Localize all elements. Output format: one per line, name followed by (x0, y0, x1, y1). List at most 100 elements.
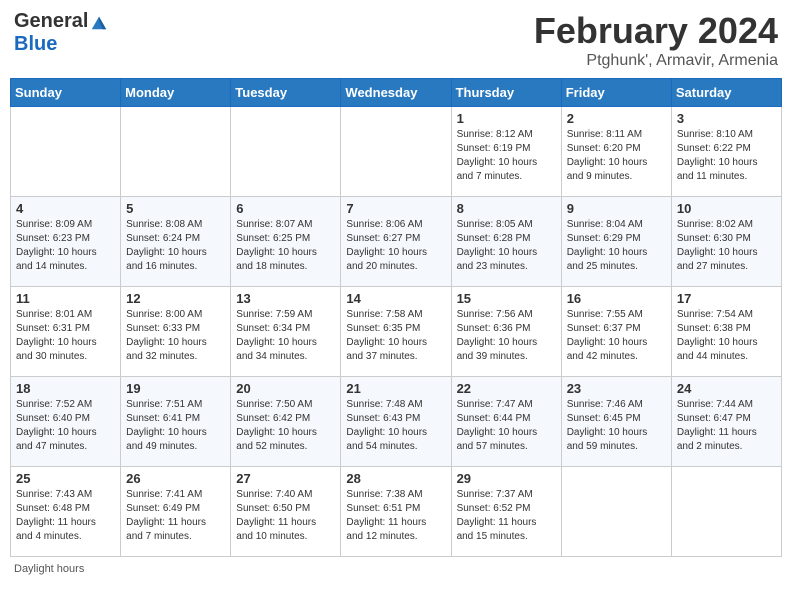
calendar-day-cell: 20 Sunrise: 7:50 AM Sunset: 6:42 PM Dayli… (231, 377, 341, 467)
calendar-day-cell: 18Sunrise: 7:52 AM Sunset: 6:40 PM Dayli… (11, 377, 121, 467)
day-info: Sunrise: 7:38 AM Sunset: 6:51 PM Dayligh… (346, 488, 445, 544)
calendar-day-cell: 19 Sunrise: 7:51 AM Sunset: 6:41 PM Dayli… (121, 377, 231, 467)
day-number: 3 (677, 111, 776, 126)
calendar-week-row: 11 Sunrise: 8:01 AM Sunset: 6:31 PM Dayli… (11, 287, 782, 377)
logo: General Blue (14, 10, 108, 56)
logo-general-text: General (14, 10, 88, 33)
calendar-day-cell: 23Sunrise: 7:46 AM Sunset: 6:45 PM Dayli… (561, 377, 671, 467)
day-number: 13 (236, 291, 335, 306)
day-number: 22 (457, 381, 556, 396)
calendar-day-cell: 27 Sunrise: 7:40 AM Sunset: 6:50 PM Dayli… (231, 467, 341, 557)
calendar-day-header: Monday (121, 79, 231, 107)
calendar-day-header: Tuesday (231, 79, 341, 107)
day-number: 7 (346, 201, 445, 216)
calendar-day-cell: 9 Sunrise: 8:04 AM Sunset: 6:29 PM Daylig… (561, 197, 671, 287)
calendar-day-cell: 3 Sunrise: 8:10 AM Sunset: 6:22 PM Daylig… (671, 107, 781, 197)
day-number: 29 (457, 471, 556, 486)
calendar-day-cell: 6 Sunrise: 8:07 AM Sunset: 6:25 PM Daylig… (231, 197, 341, 287)
day-number: 21 (346, 381, 445, 396)
page-header: General Blue February 2024 Ptghunk', Arm… (10, 10, 782, 70)
day-number: 19 (126, 381, 225, 396)
day-info: Sunrise: 8:09 AM Sunset: 6:23 PM Dayligh… (16, 218, 115, 274)
calendar-day-cell (11, 107, 121, 197)
calendar-week-row: 4 Sunrise: 8:09 AM Sunset: 6:23 PM Daylig… (11, 197, 782, 287)
day-number: 12 (126, 291, 225, 306)
calendar-day-cell: 15Sunrise: 7:56 AM Sunset: 6:36 PM Dayli… (451, 287, 561, 377)
logo-blue-text: Blue (14, 33, 57, 56)
calendar-day-cell: 24 Sunrise: 7:44 AM Sunset: 6:47 PM Dayli… (671, 377, 781, 467)
day-number: 28 (346, 471, 445, 486)
calendar-day-cell: 28 Sunrise: 7:38 AM Sunset: 6:51 PM Dayli… (341, 467, 451, 557)
day-number: 25 (16, 471, 115, 486)
calendar-day-header: Wednesday (341, 79, 451, 107)
day-number: 8 (457, 201, 556, 216)
calendar-day-cell: 17 Sunrise: 7:54 AM Sunset: 6:38 PM Dayli… (671, 287, 781, 377)
day-info: Sunrise: 8:01 AM Sunset: 6:31 PM Dayligh… (16, 308, 115, 364)
calendar-title: February 2024 (534, 10, 778, 52)
calendar-day-header: Friday (561, 79, 671, 107)
day-info: Sunrise: 8:10 AM Sunset: 6:22 PM Dayligh… (677, 128, 776, 184)
calendar-location: Ptghunk', Armavir, Armenia (534, 52, 778, 70)
calendar-day-cell: 4 Sunrise: 8:09 AM Sunset: 6:23 PM Daylig… (11, 197, 121, 287)
day-info: Sunrise: 8:08 AM Sunset: 6:24 PM Dayligh… (126, 218, 225, 274)
day-info: Sunrise: 8:07 AM Sunset: 6:25 PM Dayligh… (236, 218, 335, 274)
day-info: Sunrise: 7:50 AM Sunset: 6:42 PM Dayligh… (236, 398, 335, 454)
calendar-day-header: Thursday (451, 79, 561, 107)
day-info: Sunrise: 7:40 AM Sunset: 6:50 PM Dayligh… (236, 488, 335, 544)
day-number: 23 (567, 381, 666, 396)
day-number: 20 (236, 381, 335, 396)
calendar-week-row: 18Sunrise: 7:52 AM Sunset: 6:40 PM Dayli… (11, 377, 782, 467)
day-info: Sunrise: 7:54 AM Sunset: 6:38 PM Dayligh… (677, 308, 776, 364)
day-info: Sunrise: 7:55 AM Sunset: 6:37 PM Dayligh… (567, 308, 666, 364)
calendar-week-row: 1Sunrise: 8:12 AM Sunset: 6:19 PM Daylig… (11, 107, 782, 197)
calendar-day-cell (671, 467, 781, 557)
logo-icon (90, 13, 108, 31)
calendar-day-cell: 22Sunrise: 7:47 AM Sunset: 6:44 PM Dayli… (451, 377, 561, 467)
calendar-day-cell: 5Sunrise: 8:08 AM Sunset: 6:24 PM Daylig… (121, 197, 231, 287)
day-number: 4 (16, 201, 115, 216)
day-info: Sunrise: 8:00 AM Sunset: 6:33 PM Dayligh… (126, 308, 225, 364)
calendar-day-cell: 8 Sunrise: 8:05 AM Sunset: 6:28 PM Daylig… (451, 197, 561, 287)
calendar-day-cell: 25 Sunrise: 7:43 AM Sunset: 6:48 PM Dayli… (11, 467, 121, 557)
day-info: Sunrise: 7:51 AM Sunset: 6:41 PM Dayligh… (126, 398, 225, 454)
day-number: 26 (126, 471, 225, 486)
calendar-day-header: Sunday (11, 79, 121, 107)
day-info: Sunrise: 7:37 AM Sunset: 6:52 PM Dayligh… (457, 488, 556, 544)
day-number: 15 (457, 291, 556, 306)
day-number: 17 (677, 291, 776, 306)
calendar-day-cell: 7Sunrise: 8:06 AM Sunset: 6:27 PM Daylig… (341, 197, 451, 287)
calendar-day-cell (561, 467, 671, 557)
calendar-day-cell: 10Sunrise: 8:02 AM Sunset: 6:30 PM Dayli… (671, 197, 781, 287)
day-info: Sunrise: 7:52 AM Sunset: 6:40 PM Dayligh… (16, 398, 115, 454)
calendar-day-cell: 1Sunrise: 8:12 AM Sunset: 6:19 PM Daylig… (451, 107, 561, 197)
calendar-day-cell (231, 107, 341, 197)
calendar-day-header: Saturday (671, 79, 781, 107)
calendar-day-cell (341, 107, 451, 197)
day-info: Sunrise: 7:43 AM Sunset: 6:48 PM Dayligh… (16, 488, 115, 544)
day-number: 10 (677, 201, 776, 216)
day-number: 9 (567, 201, 666, 216)
calendar-day-cell: 2 Sunrise: 8:11 AM Sunset: 6:20 PM Daylig… (561, 107, 671, 197)
day-info: Sunrise: 8:12 AM Sunset: 6:19 PM Dayligh… (457, 128, 556, 184)
day-number: 27 (236, 471, 335, 486)
calendar-day-cell: 16Sunrise: 7:55 AM Sunset: 6:37 PM Dayli… (561, 287, 671, 377)
day-info: Sunrise: 7:59 AM Sunset: 6:34 PM Dayligh… (236, 308, 335, 364)
day-number: 11 (16, 291, 115, 306)
calendar-day-cell: 14Sunrise: 7:58 AM Sunset: 6:35 PM Dayli… (341, 287, 451, 377)
day-info: Sunrise: 7:48 AM Sunset: 6:43 PM Dayligh… (346, 398, 445, 454)
day-number: 2 (567, 111, 666, 126)
calendar-day-cell: 13 Sunrise: 7:59 AM Sunset: 6:34 PM Dayli… (231, 287, 341, 377)
day-info: Sunrise: 7:44 AM Sunset: 6:47 PM Dayligh… (677, 398, 776, 454)
calendar-day-cell: 26Sunrise: 7:41 AM Sunset: 6:49 PM Dayli… (121, 467, 231, 557)
day-info: Sunrise: 8:05 AM Sunset: 6:28 PM Dayligh… (457, 218, 556, 274)
day-info: Sunrise: 8:11 AM Sunset: 6:20 PM Dayligh… (567, 128, 666, 184)
day-info: Sunrise: 7:58 AM Sunset: 6:35 PM Dayligh… (346, 308, 445, 364)
calendar-day-cell: 21 Sunrise: 7:48 AM Sunset: 6:43 PM Dayli… (341, 377, 451, 467)
calendar-week-row: 25 Sunrise: 7:43 AM Sunset: 6:48 PM Dayli… (11, 467, 782, 557)
day-number: 6 (236, 201, 335, 216)
calendar-day-cell: 11 Sunrise: 8:01 AM Sunset: 6:31 PM Dayli… (11, 287, 121, 377)
calendar-day-cell: 29 Sunrise: 7:37 AM Sunset: 6:52 PM Dayli… (451, 467, 561, 557)
day-info: Sunrise: 8:04 AM Sunset: 6:29 PM Dayligh… (567, 218, 666, 274)
day-number: 24 (677, 381, 776, 396)
footer-note: Daylight hours (10, 563, 782, 575)
